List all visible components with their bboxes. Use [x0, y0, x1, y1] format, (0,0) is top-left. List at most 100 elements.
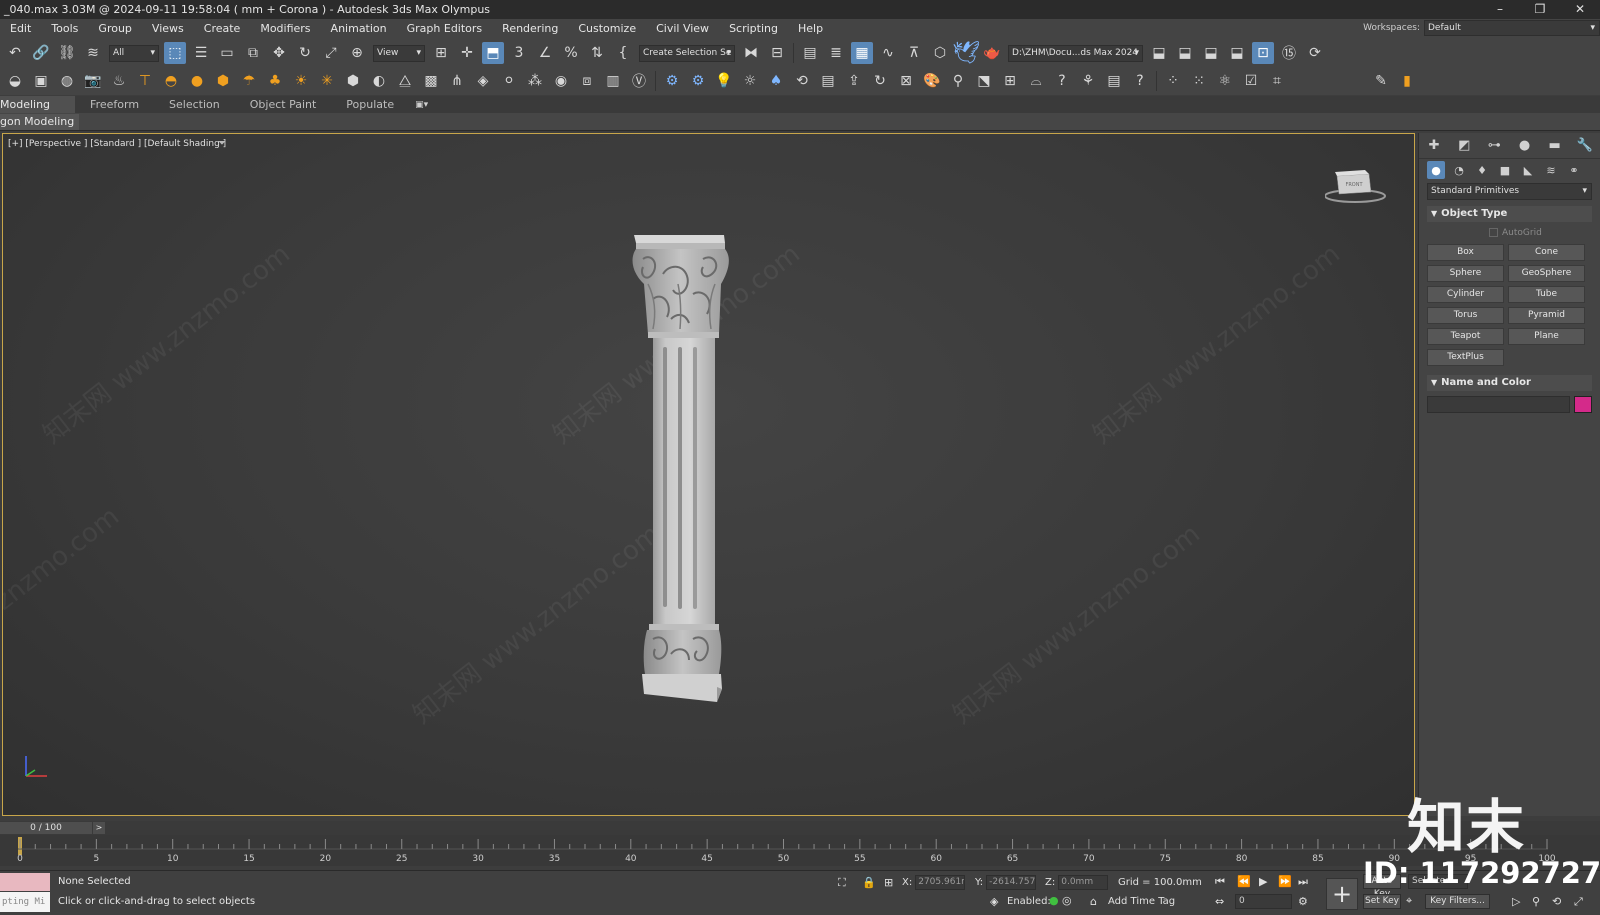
- viewcube[interactable]: FRONT: [1325, 166, 1389, 206]
- link-icon[interactable]: 🔗: [30, 42, 52, 64]
- project-icon-4[interactable]: ⬓: [1226, 42, 1248, 64]
- create-tab-icon[interactable]: ✚: [1424, 136, 1444, 156]
- snap-grid-icon[interactable]: ⌗: [1266, 70, 1288, 92]
- close-button[interactable]: ✕: [1560, 0, 1600, 19]
- converter-icon[interactable]: ⧈: [576, 70, 598, 92]
- teapot-button[interactable]: Teapot: [1427, 328, 1504, 345]
- edit-named-sel-icon[interactable]: {: [612, 42, 634, 64]
- fur-icon[interactable]: ⋔: [446, 70, 468, 92]
- export-icon[interactable]: ⇪: [843, 70, 865, 92]
- modify-tab-icon[interactable]: ◩: [1454, 136, 1474, 156]
- spacewarps-icon[interactable]: ≋: [1542, 161, 1560, 179]
- stats-icon[interactable]: ▮: [1396, 70, 1418, 92]
- scatter-tool-icon-2[interactable]: ⁙: [1188, 70, 1210, 92]
- grid-map-icon[interactable]: ▩: [420, 70, 442, 92]
- bird-plugin-icon[interactable]: 🕊: [952, 41, 980, 66]
- camera-icon[interactable]: 📷: [82, 70, 104, 92]
- window-crossing-icon[interactable]: ⧉: [242, 42, 264, 64]
- undo-icon[interactable]: ↶: [4, 42, 26, 64]
- tree-wizard-icon[interactable]: ⚘: [1077, 70, 1099, 92]
- menu-graph-editors[interactable]: Graph Editors: [397, 19, 493, 39]
- play-icon[interactable]: ▶: [1259, 875, 1267, 888]
- go-to-end-icon[interactable]: ⏭: [1298, 875, 1308, 889]
- menu-modifiers[interactable]: Modifiers: [250, 19, 320, 39]
- object-type-rollout[interactable]: ▼ Object Type: [1427, 206, 1592, 222]
- maxscript-listener-box[interactable]: [0, 873, 50, 891]
- menu-tools[interactable]: Tools: [41, 19, 88, 39]
- motion-tab-icon[interactable]: ●: [1515, 136, 1535, 156]
- set-key-button[interactable]: Set Key: [1363, 894, 1401, 909]
- material-editor-icon[interactable]: ⬡: [929, 42, 951, 64]
- time-slider[interactable]: 0 / 100 >: [0, 821, 1600, 835]
- mesh-light-icon[interactable]: ⬢: [212, 70, 234, 92]
- cone-button[interactable]: Cone: [1508, 244, 1585, 261]
- lock-icon[interactable]: 🔒: [862, 876, 876, 889]
- tab-modeling[interactable]: Modeling: [0, 96, 76, 113]
- scatter-tool-icon-3[interactable]: ⚛: [1214, 70, 1236, 92]
- menu-rendering[interactable]: Rendering: [492, 19, 568, 39]
- hierarchy-tab-icon[interactable]: ⊶: [1484, 136, 1504, 156]
- teapot-render-icon[interactable]: ♨: [108, 70, 130, 92]
- proxy-icon[interactable]: ⬢: [342, 70, 364, 92]
- ies-light-icon[interactable]: ♣: [264, 70, 286, 92]
- key-mode-toggle-icon[interactable]: ⌖: [1406, 894, 1412, 908]
- time-config-icon[interactable]: ⚙: [1298, 895, 1308, 908]
- sphere-button[interactable]: Sphere: [1427, 265, 1504, 282]
- sparkle-icon[interactable]: ✳: [316, 70, 338, 92]
- tab-populate[interactable]: Populate: [331, 96, 409, 113]
- object-name-field[interactable]: [1427, 396, 1571, 413]
- place-icon[interactable]: ⊕: [346, 42, 368, 64]
- menu-group[interactable]: Group: [88, 19, 142, 39]
- x-coordinate-field[interactable]: 2705.961m: [915, 875, 966, 890]
- menu-help[interactable]: Help: [788, 19, 833, 39]
- prev-frame-icon[interactable]: ⏪: [1237, 875, 1251, 888]
- name-color-rollout[interactable]: ▼ Name and Color: [1427, 375, 1592, 391]
- menu-create[interactable]: Create: [194, 19, 251, 39]
- notes-icon[interactable]: ▤: [1103, 70, 1125, 92]
- track-bar[interactable]: 0 5 10 15 20 25 30 35 40 45 50 55 60 65 70 75 80 85 90 95 10…: [0, 835, 1600, 866]
- adaptive-degradation-icon[interactable]: ◈: [990, 895, 998, 908]
- project-path-dropdown[interactable]: D:\ZHM\Docu...ds Max 2024: [1008, 44, 1143, 62]
- layer-explorer-icon[interactable]: ≣: [825, 42, 847, 64]
- chaos-icon-2[interactable]: ⚙: [687, 70, 709, 92]
- list-icon[interactable]: ▤: [817, 70, 839, 92]
- refresh-icon[interactable]: ↻: [869, 70, 891, 92]
- material-sphere-icon[interactable]: ⚪: [498, 70, 520, 92]
- scatter-icon[interactable]: ⧋: [394, 70, 416, 92]
- menu-scripting[interactable]: Scripting: [719, 19, 788, 39]
- vray-icon[interactable]: Ⓥ: [628, 70, 650, 92]
- scene-explorer-icon[interactable]: ▤: [799, 42, 821, 64]
- shapes-icon[interactable]: ◔: [1450, 161, 1468, 179]
- paint-icon[interactable]: ✎: [1370, 70, 1392, 92]
- tab-object-paint[interactable]: Object Paint: [235, 96, 332, 113]
- ribbon-toggle-icon[interactable]: ▦: [851, 42, 873, 64]
- sync-icon[interactable]: ⟳: [1304, 42, 1326, 64]
- reset-icon[interactable]: ⟲: [791, 70, 813, 92]
- object-color-swatch[interactable]: [1574, 396, 1592, 413]
- next-frame-button[interactable]: >: [93, 822, 105, 834]
- add-time-tag-label[interactable]: Add Time Tag: [1108, 896, 1175, 907]
- next-frame-icon[interactable]: ⏩: [1278, 875, 1292, 888]
- time-slider-handle[interactable]: 0 / 100: [0, 822, 92, 834]
- move-icon[interactable]: ✥: [268, 42, 290, 64]
- sphere-light-icon[interactable]: ●: [186, 70, 208, 92]
- frame-icon[interactable]: ⬔: [973, 70, 995, 92]
- select-object-icon[interactable]: ⬚: [164, 42, 186, 64]
- project-icon-1[interactable]: ⬓: [1148, 42, 1170, 64]
- utilities-tab-icon[interactable]: 🔧: [1575, 136, 1595, 156]
- isolate-selection-icon[interactable]: ⛶: [838, 876, 846, 890]
- display-tab-icon[interactable]: ▬: [1545, 136, 1565, 156]
- pyramid-button[interactable]: Pyramid: [1508, 307, 1585, 324]
- tab-freeform[interactable]: Freeform: [75, 96, 154, 113]
- snaps-toggle-icon[interactable]: 3: [508, 42, 530, 64]
- current-frame-field[interactable]: 0: [1235, 894, 1292, 909]
- go-to-start-icon[interactable]: ⏮: [1215, 875, 1225, 889]
- nav-orbit-icon[interactable]: ⟲: [1552, 895, 1561, 908]
- unlink-icon[interactable]: ⛓: [56, 42, 78, 64]
- time-tag-icon[interactable]: ⌂: [1090, 895, 1097, 908]
- autogrid-checkbox[interactable]: AutoGrid: [1427, 226, 1592, 240]
- align-icon[interactable]: ⊟: [766, 42, 788, 64]
- textplus-button[interactable]: TextPlus: [1427, 349, 1504, 366]
- map-icon[interactable]: ⊠: [895, 70, 917, 92]
- nav-walk-icon[interactable]: ⚲: [1532, 895, 1540, 908]
